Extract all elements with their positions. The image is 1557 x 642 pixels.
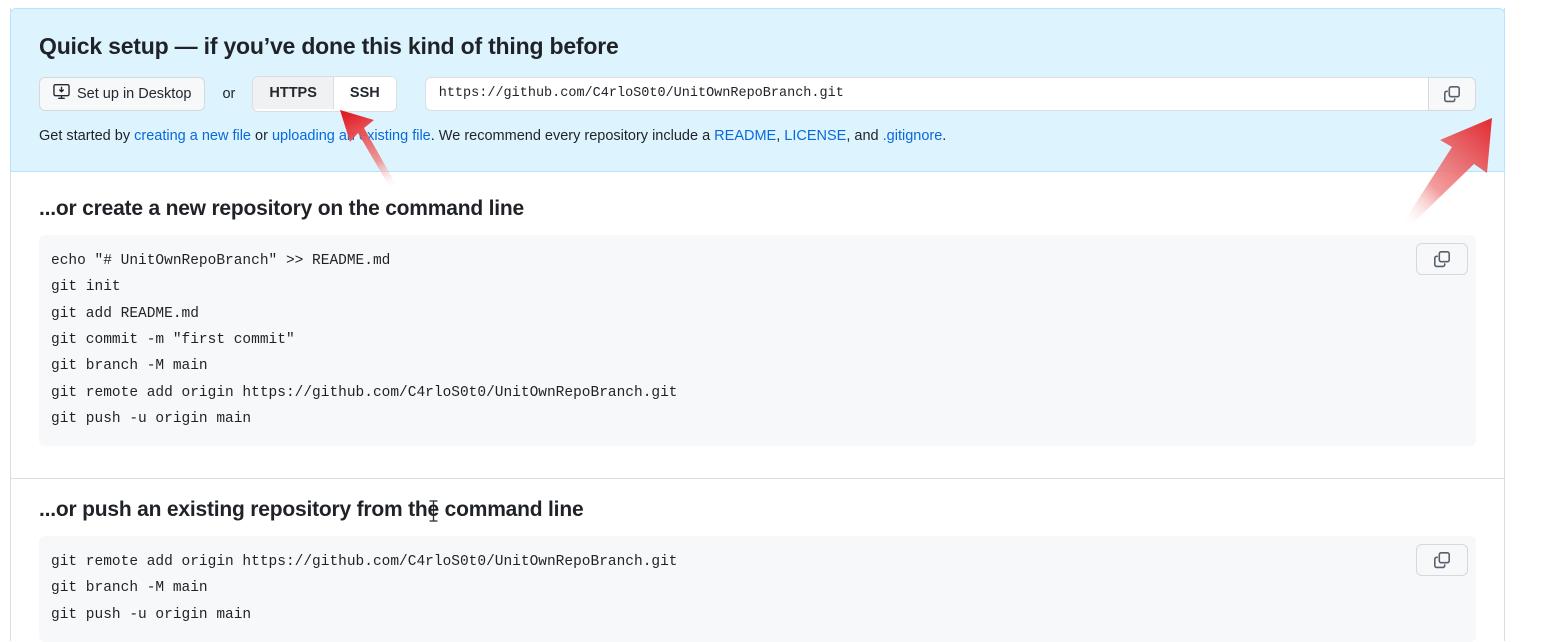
link-readme[interactable]: README [714, 128, 776, 144]
create-new-repo-code-block: echo "# UnitOwnRepoBranch" >> README.md … [39, 235, 1476, 447]
code-line: git push -u origin main [51, 410, 252, 427]
copy-icon [1443, 85, 1461, 103]
quick-setup-controls-row: Set up in Desktop or HTTPS SSH [39, 75, 1476, 112]
code-line: git add README.md [51, 305, 199, 322]
push-existing-repo-title: ...or push an existing repository from t… [39, 498, 584, 521]
code-line: git branch -M main [51, 358, 208, 375]
code-line: git branch -M main [51, 580, 208, 597]
set-up-in-desktop-button[interactable]: Set up in Desktop [39, 76, 206, 111]
clone-url-group [424, 76, 1476, 111]
protocol-toggle-group: HTTPS SSH [252, 75, 397, 112]
quick-setup-title: Quick setup — if you’ve done this kind o… [39, 33, 619, 59]
copy-push-existing-repo-commands-button[interactable] [1416, 544, 1468, 577]
section-divider [11, 478, 1504, 479]
copy-icon [1433, 250, 1451, 268]
create-new-repo-title: ...or create a new repository on the com… [39, 197, 524, 220]
hint-mid-2: . We recommend every repository include … [430, 127, 715, 144]
get-started-hint: Get started by creating a new file or up… [39, 126, 1476, 148]
code-line: git commit -m "first commit" [51, 332, 295, 349]
desktop-download-icon [53, 83, 70, 104]
hint-lead-text: Get started by [39, 127, 135, 144]
protocol-option-ssh[interactable]: SSH [332, 76, 396, 109]
create-new-repo-section: ...or create a new repository on the com… [11, 196, 1504, 447]
hint-mid-1: or [250, 127, 272, 144]
code-line: git remote add origin https://github.com… [51, 554, 678, 571]
code-line: echo "# UnitOwnRepoBranch" >> README.md [51, 253, 391, 270]
clone-url-input[interactable] [424, 76, 1428, 111]
code-line: git init [51, 279, 121, 296]
or-label: or [222, 85, 236, 102]
link-creating-a-new-file[interactable]: creating a new file [134, 128, 251, 144]
code-line: git push -u origin main [51, 606, 252, 623]
protocol-option-https[interactable]: HTTPS [253, 76, 333, 109]
hint-mid-3: , and [846, 127, 883, 144]
copy-icon [1433, 551, 1451, 569]
set-up-in-desktop-label: Set up in Desktop [77, 85, 192, 102]
repo-quick-setup-page: Quick setup — if you’ve done this kind o… [0, 0, 1557, 642]
copy-clone-url-button[interactable] [1428, 76, 1476, 111]
link-license[interactable]: LICENSE [784, 128, 846, 144]
quick-setup-panel: Quick setup — if you’ve done this kind o… [10, 8, 1505, 172]
push-existing-repo-section: ...or push an existing repository from t… [11, 497, 1504, 642]
code-line: git remote add origin https://github.com… [51, 384, 678, 401]
link-uploading-an-existing-file[interactable]: uploading an existing file [272, 128, 431, 144]
push-existing-repo-code-block: git remote add origin https://github.com… [39, 536, 1476, 642]
link-gitignore[interactable]: .gitignore [883, 128, 943, 144]
copy-create-new-repo-commands-button[interactable] [1416, 243, 1468, 276]
hint-end: . [942, 127, 947, 144]
